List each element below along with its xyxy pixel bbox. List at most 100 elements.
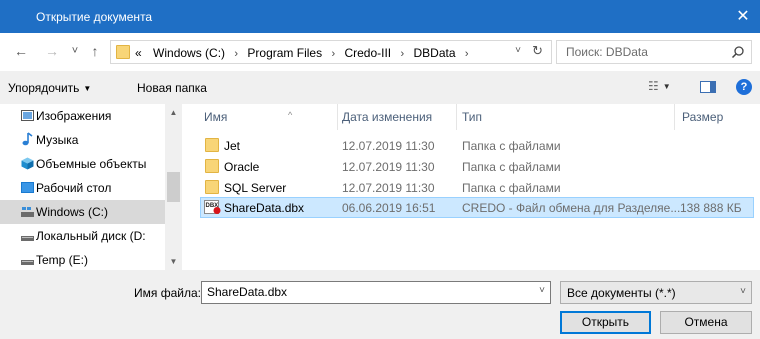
sort-ascending-icon: ^ [288, 110, 293, 120]
column-divider[interactable] [456, 104, 457, 130]
filename-input[interactable] [207, 285, 527, 299]
pictures-icon [21, 110, 34, 121]
search-box [556, 40, 752, 64]
breadcrumb-item[interactable]: DBData [414, 46, 456, 60]
refresh-icon[interactable]: ↻ [532, 43, 543, 59]
filename-combobox: ˅ [201, 281, 551, 304]
file-type: Папка с файлами [462, 181, 561, 195]
file-name: SQL Server [224, 181, 287, 195]
breadcrumb-item[interactable]: Program Files [247, 46, 322, 60]
breadcrumb-separator-icon[interactable]: › [234, 48, 238, 60]
address-bar[interactable]: « Windows (C:) › Program Files › Credo-I… [110, 40, 552, 64]
drive-icon [21, 260, 34, 265]
file-type-select[interactable]: Все документы (*.*) ˅ [560, 281, 752, 304]
drive-icon [21, 236, 34, 241]
preview-pane-icon[interactable] [700, 81, 716, 93]
system-drive-icon [21, 207, 34, 217]
file-type: Папка с файлами [462, 139, 561, 153]
sidebar-item-label: Temp (E:) [36, 253, 89, 267]
scroll-down-icon[interactable]: ▼ [165, 253, 181, 270]
back-arrow-icon[interactable]: ← [14, 44, 28, 58]
caret-down-icon: ▼ [83, 84, 92, 93]
view-options-button[interactable]: ☷ ▼ [648, 79, 678, 95]
breadcrumb-overflow[interactable]: « [135, 46, 142, 60]
scroll-up-icon[interactable]: ▲ [165, 104, 181, 121]
file-date: 12.07.2019 11:30 [342, 160, 435, 174]
recent-locations-chevron-icon[interactable]: ˅ [68, 44, 82, 58]
sidebar-item-label: Windows (C:) [36, 205, 109, 219]
breadcrumb-separator-icon[interactable]: › [400, 48, 404, 60]
search-input[interactable] [566, 45, 716, 59]
view-list-icon: ☷ [648, 79, 659, 93]
dbx-file-icon: DBX [204, 200, 221, 214]
sidebar-scrollbar[interactable]: ▲ ▼ [165, 104, 181, 270]
sidebar-item-label: Объемные объекты [36, 157, 147, 171]
address-dropdown-icon[interactable]: ˅ [515, 45, 521, 56]
organize-label: Упорядочить [8, 81, 80, 95]
organize-button[interactable]: Упорядочить ▼ [8, 81, 91, 95]
sidebar-item-label: Музыка [36, 133, 79, 147]
chevron-down-icon: ˅ [740, 286, 746, 297]
filename-label: Имя файла: [134, 286, 201, 300]
window-title: Открытие документа [36, 10, 153, 24]
up-arrow-icon[interactable]: ↑ [88, 44, 102, 58]
file-row-selected[interactable]: DBX ShareData.dbx 06.06.2019 16:51 CREDO… [200, 197, 754, 218]
file-size: 138 888 КБ [680, 201, 742, 215]
desktop-icon [21, 182, 34, 193]
file-type-value: Все документы (*.*) [567, 286, 676, 300]
3d-objects-icon [21, 157, 34, 170]
music-icon [22, 132, 33, 146]
file-list: Имя ^ Дата изменения Тип Размер Jet 12.0… [182, 104, 760, 270]
breadcrumb: « Windows (C:) › Program Files › Credo-I… [135, 46, 475, 60]
scrollbar-thumb[interactable] [167, 172, 180, 202]
command-toolbar: Упорядочить ▼ Новая папка ☷ ▼ ? [0, 71, 760, 104]
sidebar-item-label: Локальный диск (D: [36, 229, 146, 243]
help-icon[interactable]: ? [736, 79, 752, 95]
navigation-bar: ← → ˅ ↑ « Windows (C:) › Program Files ›… [0, 33, 760, 71]
sidebar-item-desktop[interactable]: Рабочий стол [0, 176, 165, 200]
new-folder-button[interactable]: Новая папка [137, 81, 207, 95]
column-header-label: Имя [204, 110, 228, 124]
sidebar-item-3d-objects[interactable]: Объемные объекты [0, 152, 165, 176]
forward-arrow-icon[interactable]: → [45, 44, 59, 58]
file-date: 06.06.2019 16:51 [342, 201, 436, 215]
sidebar-item-label: Рабочий стол [36, 181, 112, 195]
sidebar-item-windows-c[interactable]: Windows (C:) [0, 200, 165, 224]
file-row[interactable]: Oracle 12.07.2019 11:30 Папка с файлами [200, 156, 754, 177]
file-type: CREDO - Файл обмена для Разделяе... [462, 201, 681, 215]
sidebar-item-pictures[interactable]: Изображения [0, 104, 165, 128]
column-header-size[interactable]: Размер [682, 104, 752, 130]
file-name: Oracle [224, 160, 260, 174]
column-header-type[interactable]: Тип [462, 104, 662, 130]
column-header-date[interactable]: Дата изменения [342, 104, 452, 130]
search-icon[interactable] [731, 45, 745, 59]
file-type: Папка с файлами [462, 160, 561, 174]
sidebar-item-temp-e[interactable]: Temp (E:) [0, 248, 165, 270]
title-bar: Открытие документа ✕ [0, 0, 760, 33]
caret-down-icon: ▼ [662, 82, 671, 91]
close-icon[interactable]: ✕ [726, 0, 760, 33]
file-date: 12.07.2019 11:30 [342, 139, 435, 153]
navigation-pane: Изображения Музыка Объемные объекты Рабо… [0, 104, 182, 270]
column-header-name[interactable]: Имя ^ [204, 104, 342, 130]
sidebar-item-local-disk-d[interactable]: Локальный диск (D: [0, 224, 165, 248]
file-row[interactable]: SQL Server 12.07.2019 11:30 Папка с файл… [200, 177, 754, 198]
cancel-button[interactable]: Отмена [660, 311, 752, 334]
sidebar-item-music[interactable]: Музыка [0, 128, 165, 152]
file-name: Jet [224, 139, 241, 153]
column-divider[interactable] [674, 104, 675, 130]
file-name: ShareData.dbx [224, 201, 305, 215]
folder-icon [116, 45, 130, 59]
file-date: 12.07.2019 11:30 [342, 181, 435, 195]
folder-icon [205, 138, 219, 152]
breadcrumb-item[interactable]: Windows (C:) [153, 46, 225, 60]
dialog-footer: Имя файла: ˅ Все документы (*.*) ˅ Откры… [0, 270, 760, 339]
breadcrumb-separator-icon[interactable]: › [331, 48, 335, 60]
open-button[interactable]: Открыть [560, 311, 651, 334]
column-divider[interactable] [337, 104, 338, 130]
file-row[interactable]: Jet 12.07.2019 11:30 Папка с файлами [200, 135, 754, 156]
filename-dropdown-icon[interactable]: ˅ [539, 285, 545, 296]
breadcrumb-item[interactable]: Credo-III [344, 46, 391, 60]
folder-icon [205, 180, 219, 194]
breadcrumb-separator-icon[interactable]: › [465, 48, 469, 60]
